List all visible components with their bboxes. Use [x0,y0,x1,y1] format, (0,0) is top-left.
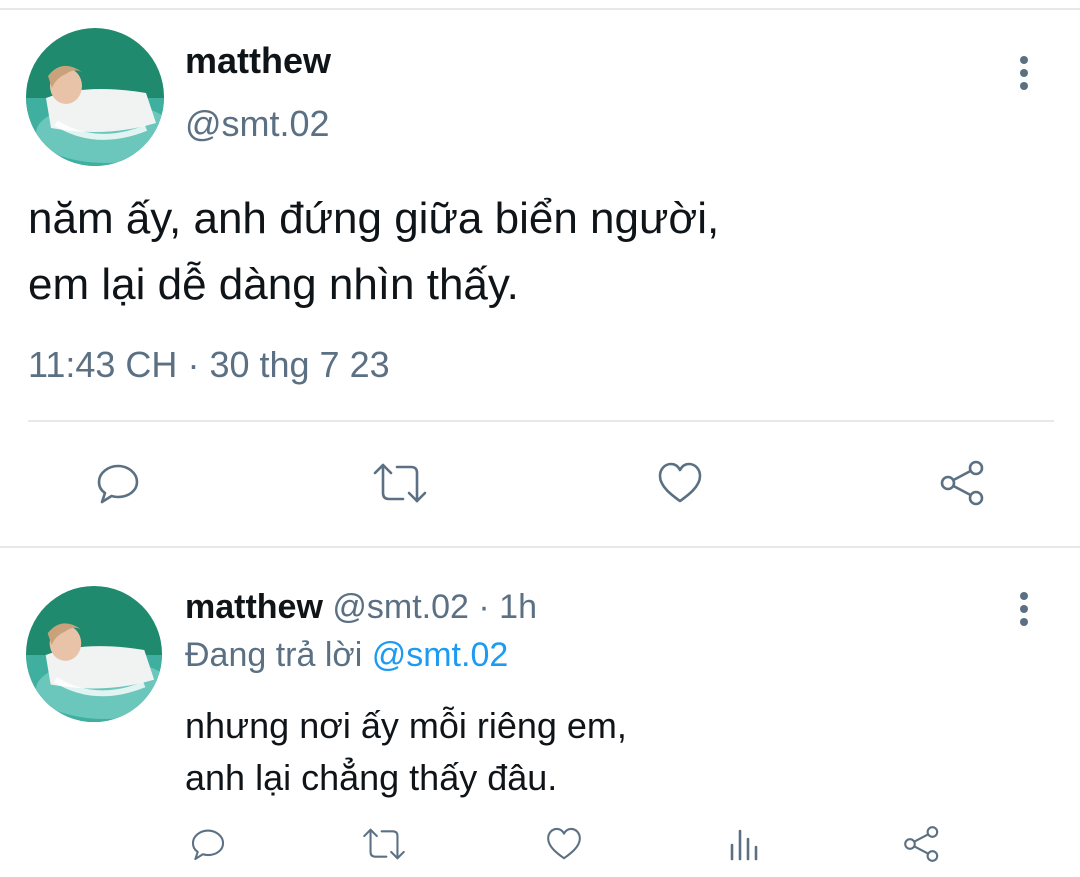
share-button[interactable] [935,455,991,511]
tweet-text: nhưng nơi ấy mỗi riêng em, anh lại chẳng… [185,700,627,804]
meta-separator: · [478,588,490,626]
retweet-button[interactable] [370,455,430,511]
tweet-time: 11:43 CH [28,344,178,385]
share-icon [904,826,939,862]
replying-label: Đang trả lời [185,636,363,674]
share-button[interactable] [900,822,944,866]
tweet-timestamp[interactable]: 11:43 CH · 30 thg 7 23 [28,344,390,386]
more-options-button[interactable] [1004,53,1044,93]
tweet-text-line: em lại dễ dàng nhìn thấy. [28,260,519,309]
author-name[interactable]: matthew [185,588,323,626]
replying-to: Đang trả lời @smt.02 [185,636,508,675]
tweet-text: năm ấy, anh đứng giữa biển người, em lại… [28,186,719,318]
retweet-icon [373,463,427,503]
top-divider [0,8,1080,10]
reply-button[interactable] [90,455,146,511]
avatar[interactable] [26,586,162,722]
meta-separator: · [187,344,200,385]
analytics-icon [730,829,758,861]
tweet-text-line: nhưng nơi ấy mỗi riêng em, [185,705,627,746]
retweet-icon [363,828,405,860]
tweet-text-line: năm ấy, anh đứng giữa biển người, [28,194,720,243]
reply-icon [191,829,225,861]
reply-icon [97,464,139,504]
more-vertical-icon [1020,56,1028,90]
author-name[interactable]: matthew [185,40,331,82]
reply-button[interactable] [186,822,230,866]
tweet-separator [0,546,1080,548]
tweet-time[interactable]: 1h [499,588,537,626]
share-icon [940,460,984,506]
retweet-button[interactable] [360,822,408,866]
avatar[interactable] [26,28,164,166]
more-options-button[interactable] [1004,589,1044,629]
like-button[interactable] [542,822,586,866]
like-button[interactable] [652,455,708,511]
tweet-divider [28,420,1054,422]
like-icon [658,462,702,503]
like-icon [547,827,581,860]
tweet-date: 30 thg 7 23 [209,344,390,385]
author-handle[interactable]: @smt.02 [332,588,469,626]
reply-header: matthew @smt.02 · 1h [185,588,537,627]
mention-link[interactable]: @smt.02 [372,636,509,674]
analytics-button[interactable] [722,822,766,866]
more-vertical-icon [1020,592,1028,626]
tweet-text-line: anh lại chẳng thấy đâu. [185,757,558,798]
author-handle[interactable]: @smt.02 [185,103,330,145]
